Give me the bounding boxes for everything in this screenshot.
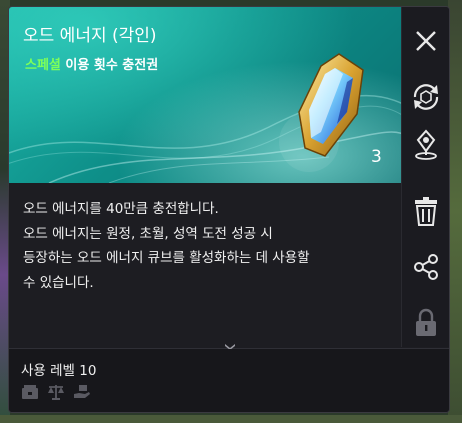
background-right: [448, 0, 462, 423]
description-line: 등장하는 오드 에너지 큐브를 활성화하는 데 사용할: [23, 250, 310, 266]
background-bottom: [0, 415, 462, 423]
close-button[interactable]: [406, 21, 446, 61]
close-icon: [416, 31, 436, 51]
item-description: 오드 에너지를 40만큼 충전합니다. 오드 에너지는 원정, 초월, 성역 도…: [23, 197, 395, 295]
share-button[interactable]: [406, 247, 446, 287]
share-icon: [414, 254, 438, 280]
gem-shard-icon: [298, 53, 364, 157]
item-title: 오드 에너지 (각인): [23, 26, 157, 46]
delete-button[interactable]: [406, 192, 446, 232]
map-pin-button[interactable]: [406, 125, 446, 165]
item-header: 오드 에너지 (각인) 스페셜 이용 횟수 충전권 3: [9, 7, 401, 183]
map-pin-icon: [415, 129, 437, 160]
hand-give-icon: [73, 383, 91, 401]
cycle-button[interactable]: [406, 77, 446, 117]
description-line: 수 있습니다.: [23, 274, 94, 291]
lock-icon: [416, 308, 436, 336]
item-footer: 사용 레벨 10: [9, 349, 449, 412]
trash-icon: [415, 197, 437, 226]
item-subtitle: 스페셜 이용 횟수 충전권: [25, 54, 158, 73]
subtitle-rest: 이용 횟수 충전권: [60, 58, 159, 73]
subtitle-highlight: 스페셜: [25, 58, 61, 73]
cycle-icon: [413, 84, 439, 110]
trade-scale-icon: [47, 383, 65, 401]
use-level: 사용 레벨 10: [21, 363, 97, 379]
item-count: 3: [371, 147, 382, 167]
restriction-icons: [21, 383, 91, 401]
storage-icon: [21, 383, 39, 401]
lock-button[interactable]: [406, 303, 446, 343]
action-sidebar: [401, 7, 449, 347]
item-tooltip-panel: 오드 에너지 (각인) 스페셜 이용 횟수 충전권 3 오드 에너지를 40만큼…: [8, 6, 450, 413]
description-line: 오드 에너지를 40만큼 충전합니다.: [23, 201, 219, 217]
description-line: 오드 에너지는 원정, 초월, 성역 도전 성공 시: [23, 225, 273, 242]
